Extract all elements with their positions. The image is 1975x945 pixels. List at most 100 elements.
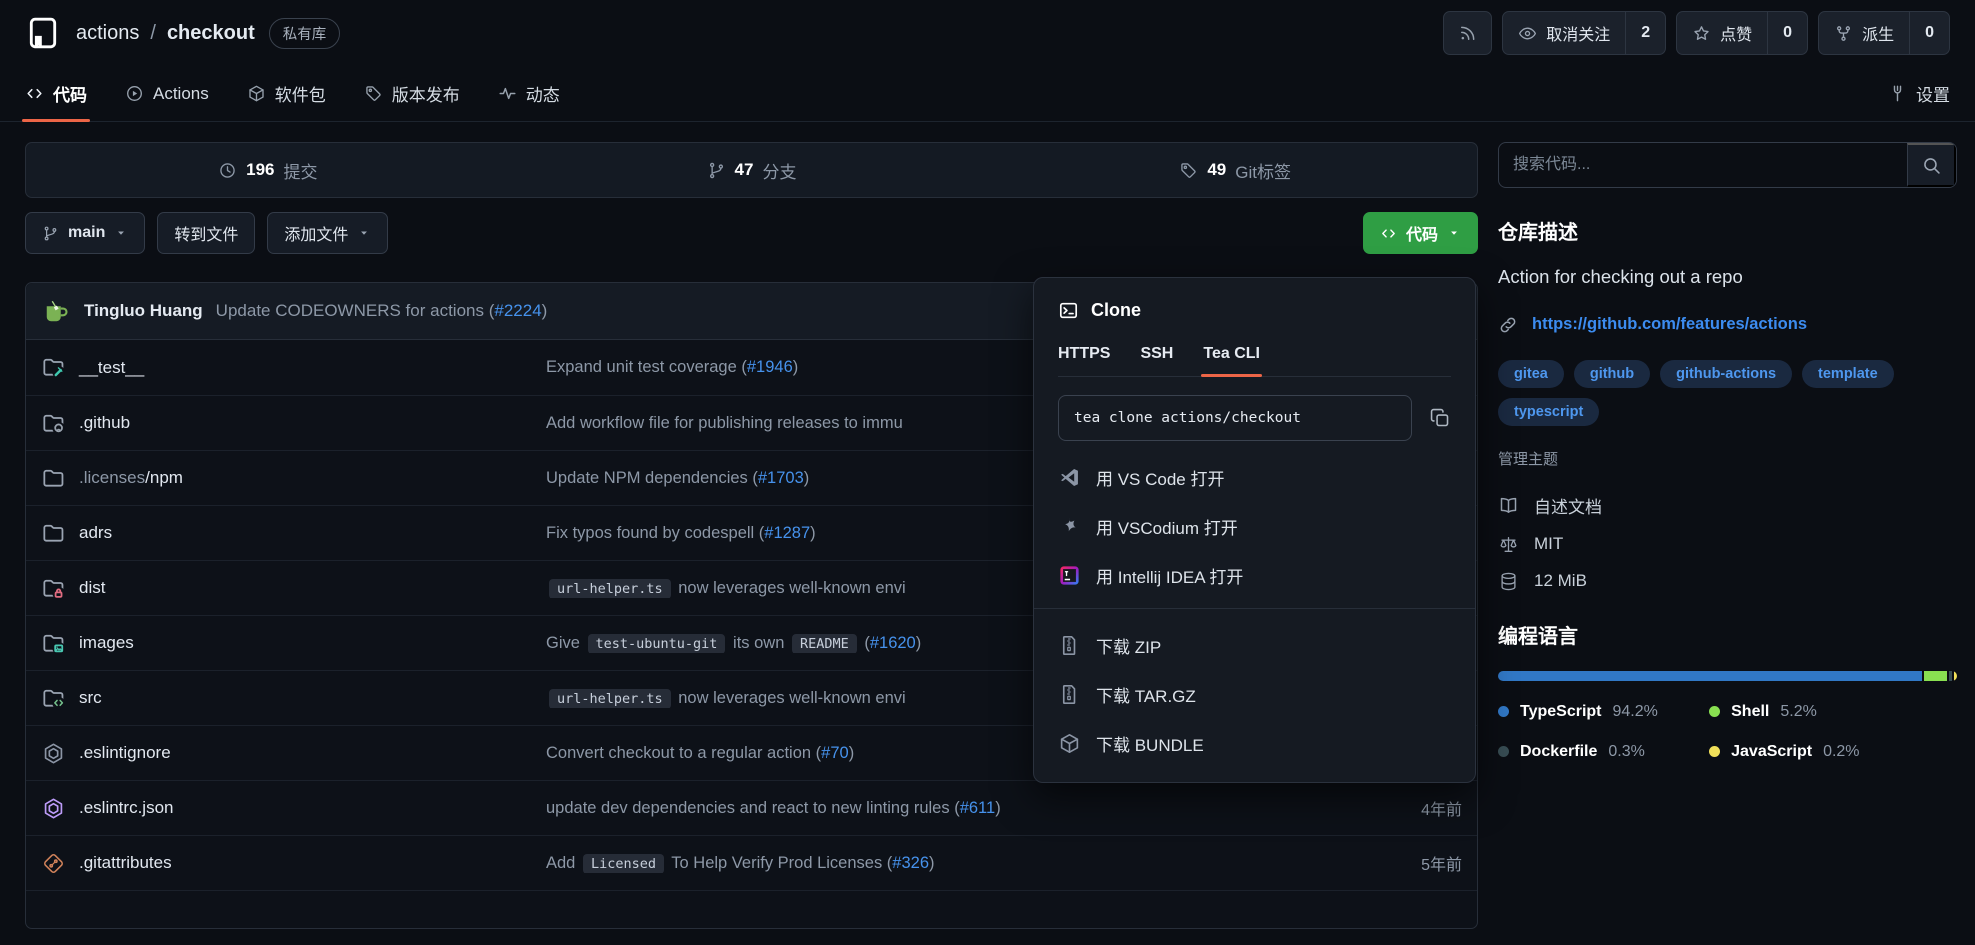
download-item[interactable]: 下载 BUNDLE [1058, 719, 1451, 768]
code-search-input[interactable] [1499, 143, 1907, 187]
breadcrumb-repo[interactable]: checkout [167, 22, 255, 45]
language-legend-item[interactable]: Shell5.2% [1709, 703, 1957, 721]
file-name[interactable]: .gitattributes [41, 851, 546, 876]
issue-ref-link[interactable]: #611 [960, 799, 995, 817]
copy-icon[interactable] [1429, 407, 1451, 429]
tab-label: 版本发布 [392, 81, 460, 106]
language-legend-item[interactable]: TypeScript94.2% [1498, 703, 1709, 721]
issue-ref-link[interactable]: #2224 [494, 301, 541, 320]
topic-pill[interactable]: github [1574, 360, 1650, 388]
header-actions: 取消关注 2 点赞 0 派生 0 [1443, 11, 1950, 55]
star-button[interactable]: 点赞 [1677, 21, 1767, 45]
issue-ref-link[interactable]: #1620 [870, 634, 916, 652]
meta-scales[interactable]: MIT [1498, 534, 1957, 555]
download-list: 下载 ZIP下载 TAR.GZ 下载 BUNDLE [1058, 621, 1451, 768]
search-button[interactable] [1907, 143, 1956, 187]
open-in-editor-item[interactable]: 用 VSCodium 打开 [1058, 502, 1451, 551]
cube-icon [1058, 732, 1081, 755]
package-icon [247, 84, 266, 103]
branch-icon [707, 161, 726, 180]
file-name[interactable]: .eslintrc.json [41, 796, 546, 821]
language-legend-item[interactable]: JavaScript0.2% [1709, 743, 1957, 761]
file-name[interactable]: src [41, 686, 546, 711]
fork-button[interactable]: 派生 [1819, 21, 1909, 45]
breadcrumb-owner[interactable]: actions [76, 22, 139, 45]
branch-selector[interactable]: main [25, 212, 145, 254]
file-name[interactable]: .github [41, 411, 546, 436]
file-name[interactable]: adrs [41, 521, 546, 546]
topic-pill[interactable]: github-actions [1660, 360, 1792, 388]
code-button[interactable]: 代码 [1363, 212, 1478, 254]
scales-icon [1498, 534, 1519, 555]
file-name[interactable]: dist [41, 576, 546, 601]
issue-ref-link[interactable]: #1287 [764, 524, 810, 542]
stat-branches[interactable]: 47分支 [510, 158, 994, 183]
avatar[interactable] [41, 296, 71, 326]
unwatch-button[interactable]: 取消关注 [1503, 21, 1625, 45]
language-legend: TypeScript94.2%Shell5.2% Dockerfile0.3%Ja… [1498, 703, 1957, 761]
stat-value: 196 [246, 160, 274, 180]
file-name[interactable]: .eslintignore [41, 741, 546, 766]
issue-ref-link[interactable]: #70 [821, 744, 849, 762]
code-chip: url-helper.ts [549, 689, 671, 708]
branch-icon [42, 225, 59, 242]
clone-command-input[interactable] [1058, 395, 1412, 441]
file-name[interactable]: .licenses/npm [41, 466, 546, 491]
file-name[interactable]: images [41, 631, 546, 656]
tab-3[interactable]: 版本发布 [364, 66, 460, 121]
tab-settings[interactable]: 设置 [1888, 66, 1950, 121]
meta-book[interactable]: 自述文档 [1498, 493, 1957, 518]
watch-count[interactable]: 2 [1625, 12, 1665, 54]
open-in-editor-item[interactable]: 用 Intellij IDEA 打开 [1058, 551, 1451, 600]
page-header: actions / checkout 私有库 取消关注 2 点赞 0 [0, 0, 1975, 66]
tab-1[interactable]: Actions [125, 66, 209, 121]
star-count[interactable]: 0 [1767, 12, 1807, 54]
file-row[interactable]: .eslintrc.json update dev dependencies a… [26, 780, 1477, 835]
star-icon [1692, 24, 1711, 43]
tab-4[interactable]: 动态 [498, 66, 560, 121]
file-row-partial [26, 890, 1477, 928]
manage-topics-link[interactable]: 管理主题 [1498, 448, 1558, 469]
stat-tags[interactable]: 49Git标签 [993, 158, 1477, 183]
rss-button[interactable] [1443, 11, 1492, 55]
description-title: 仓库描述 [1498, 216, 1957, 245]
folder-lock-icon [41, 576, 66, 601]
commit-author[interactable]: Tingluo Huang [84, 301, 203, 321]
topic-pill[interactable]: typescript [1498, 398, 1599, 426]
file-row[interactable]: .gitattributes Add Licensed To Help Veri… [26, 835, 1477, 890]
repo-stats-bar: 196提交47分支49Git标签 [25, 142, 1478, 198]
folder-icon [41, 521, 66, 546]
topic-pill[interactable]: template [1802, 360, 1894, 388]
tab-0[interactable]: 代码 [25, 66, 87, 121]
topic-pill[interactable]: gitea [1498, 360, 1564, 388]
download-item[interactable]: 下载 TAR.GZ [1058, 670, 1451, 719]
link-icon [1498, 315, 1518, 335]
website-row: https://github.com/features/actions [1498, 315, 1957, 335]
language-legend-item[interactable]: Dockerfile0.3% [1498, 743, 1709, 761]
language-color-dot [1709, 706, 1720, 717]
download-item[interactable]: 下载 ZIP [1058, 621, 1451, 670]
clone-tab-https[interactable]: HTTPS [1058, 345, 1110, 376]
tab-2[interactable]: 软件包 [247, 66, 326, 121]
file-commit-date: 5年前 [1362, 851, 1462, 875]
folder-test-icon [41, 355, 66, 380]
add-file-button[interactable]: 添加文件 [267, 212, 388, 254]
menu-item-label: 下载 BUNDLE [1096, 731, 1204, 756]
meta-database[interactable]: 12 MiB [1498, 571, 1957, 592]
file-name[interactable]: __test__ [41, 355, 546, 380]
menu-item-label: 用 VS Code 打开 [1096, 465, 1225, 490]
issue-ref-link[interactable]: #1703 [758, 469, 804, 487]
tab-label: 动态 [526, 81, 560, 106]
open-in-editor-item[interactable]: 用 VS Code 打开 [1058, 453, 1451, 502]
issue-ref-link[interactable]: #1946 [747, 358, 793, 376]
language-pct: 5.2% [1780, 703, 1816, 721]
stat-commits[interactable]: 196提交 [26, 158, 510, 183]
website-link[interactable]: https://github.com/features/actions [1532, 315, 1807, 334]
clone-tab-tea-cli[interactable]: Tea CLI [1203, 345, 1260, 376]
issue-ref-link[interactable]: #326 [892, 854, 929, 872]
code-chip: test-ubuntu-git [588, 634, 726, 653]
meta-label: MIT [1534, 534, 1563, 554]
fork-count[interactable]: 0 [1909, 12, 1949, 54]
goto-file-button[interactable]: 转到文件 [157, 212, 255, 254]
clone-tab-ssh[interactable]: SSH [1140, 345, 1173, 376]
